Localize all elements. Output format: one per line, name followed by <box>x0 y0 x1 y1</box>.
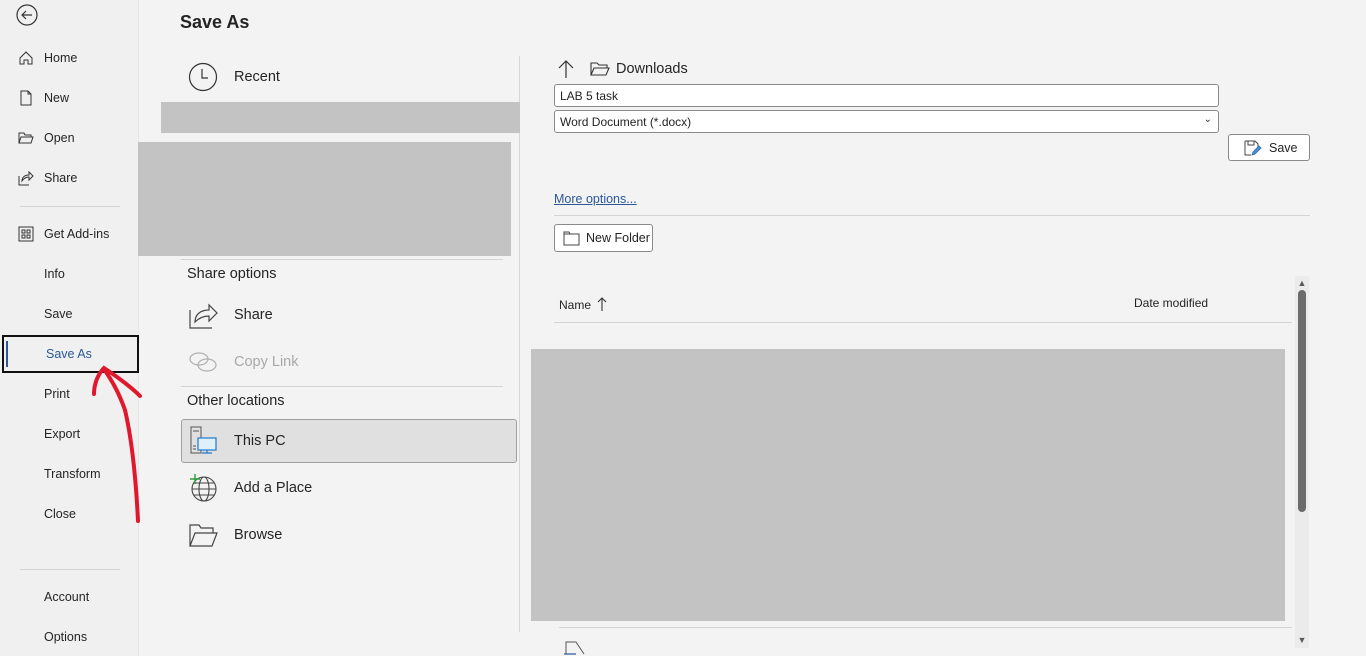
file-name-value: LAB 5 task <box>560 89 619 103</box>
divider <box>554 322 1292 323</box>
nav-item-label: Home <box>44 51 78 65</box>
redacted-region <box>138 142 511 256</box>
new-folder-label: New Folder <box>586 231 650 245</box>
nav-item-label: Close <box>44 507 76 521</box>
location-this-pc[interactable]: This PC <box>181 419 517 463</box>
nav-divider <box>20 206 120 207</box>
save-pencil-icon <box>1244 140 1262 156</box>
home-icon <box>19 51 33 65</box>
scroll-down-arrow-icon[interactable]: ▼ <box>1297 635 1307 645</box>
scroll-up-arrow-icon[interactable]: ▲ <box>1297 278 1307 288</box>
nav-item-home[interactable]: Home <box>0 40 139 76</box>
nav-item-export[interactable]: Export <box>0 416 139 452</box>
location-label: Copy Link <box>234 354 299 370</box>
nav-item-label: Transform <box>44 467 101 481</box>
new-folder-icon <box>563 231 580 245</box>
nav-item-account[interactable]: Account <box>0 579 139 615</box>
share-options-heading: Share options <box>187 266 277 282</box>
location-label: Share <box>234 307 273 323</box>
sort-ascending-icon <box>597 297 607 311</box>
file-row-icon <box>564 641 585 655</box>
location-label: Add a Place <box>234 480 313 496</box>
nav-divider <box>20 569 120 570</box>
this-pc-icon <box>190 426 217 454</box>
column-name-label: Name <box>559 298 592 312</box>
up-arrow-icon[interactable] <box>556 58 576 80</box>
location-share[interactable]: Share <box>180 298 510 332</box>
nav-item-label: Account <box>44 590 90 604</box>
file-name-input[interactable]: LAB 5 task <box>554 84 1219 107</box>
location-browse[interactable]: Browse <box>180 518 510 552</box>
divider <box>181 386 503 387</box>
add-place-globe-icon <box>190 474 217 502</box>
new-document-icon <box>20 90 32 106</box>
nav-item-new[interactable]: New <box>0 80 139 116</box>
nav-item-share[interactable]: Share <box>0 160 139 196</box>
divider <box>181 259 503 260</box>
nav-item-label: Share <box>44 171 78 185</box>
column-header-name[interactable]: Name <box>559 296 607 312</box>
nav-item-info[interactable]: Info <box>0 256 139 292</box>
nav-item-save-as[interactable]: Save As <box>2 335 139 373</box>
nav-item-label: Open <box>44 131 75 145</box>
share-icon <box>189 303 218 329</box>
location-copy-link: Copy Link <box>180 345 510 379</box>
current-path: Downloads <box>556 58 688 80</box>
location-label: This PC <box>234 433 286 449</box>
nav-item-label: Options <box>44 630 88 644</box>
nav-item-label: Save <box>44 307 73 321</box>
location-add-a-place[interactable]: Add a Place <box>180 471 510 505</box>
divider <box>554 215 1310 216</box>
nav-item-label: Get Add-ins <box>44 227 110 241</box>
other-locations-heading: Other locations <box>187 393 285 409</box>
location-label: Recent <box>234 69 280 85</box>
save-button-label: Save <box>1269 140 1298 155</box>
nav-item-close[interactable]: Close <box>0 496 139 532</box>
save-button[interactable]: Save <box>1228 134 1310 161</box>
location-label: Browse <box>234 527 283 543</box>
location-recent[interactable]: Recent <box>180 60 510 94</box>
file-type-select[interactable]: Word Document (*.docx) ⌄ <box>554 110 1219 133</box>
open-folder-icon <box>18 132 34 144</box>
nav-item-save[interactable]: Save <box>0 296 139 332</box>
page-title: Save As <box>180 12 250 32</box>
folder-icon <box>590 62 610 76</box>
browse-folder-icon <box>189 524 218 547</box>
clock-icon <box>188 62 218 92</box>
backstage-nav: Home New Open Share Get Add-ins Info Sav… <box>0 0 139 656</box>
redacted-region <box>161 102 520 133</box>
nav-item-get-add-ins[interactable]: Get Add-ins <box>0 216 139 252</box>
nav-item-label: Info <box>44 267 65 281</box>
new-folder-button[interactable]: New Folder <box>554 224 653 252</box>
nav-item-label: Save As <box>46 347 92 361</box>
back-arrow-icon[interactable] <box>16 4 38 26</box>
nav-item-transform[interactable]: Transform <box>0 456 139 492</box>
nav-item-open[interactable]: Open <box>0 120 139 156</box>
chevron-down-icon: ⌄ <box>1203 114 1212 125</box>
redacted-file-list <box>531 349 1285 621</box>
divider <box>559 627 1292 628</box>
share-icon <box>18 170 34 186</box>
scrollbar-thumb[interactable] <box>1298 290 1306 512</box>
nav-item-label: Export <box>44 427 81 441</box>
nav-item-options[interactable]: Options <box>0 619 139 655</box>
nav-item-print[interactable]: Print <box>0 376 139 412</box>
nav-item-label: New <box>44 91 70 105</box>
link-icon <box>189 352 217 372</box>
current-folder-name: Downloads <box>616 61 688 77</box>
more-options-link[interactable]: More options... <box>554 192 637 206</box>
file-type-value: Word Document (*.docx) <box>560 115 692 129</box>
column-header-date-modified[interactable]: Date modified <box>1134 296 1208 310</box>
nav-item-label: Print <box>44 387 70 401</box>
add-ins-icon <box>18 226 34 242</box>
